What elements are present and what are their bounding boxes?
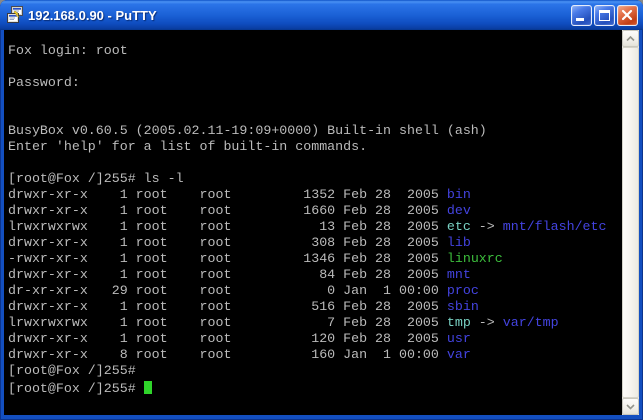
maximize-button[interactable] (594, 5, 615, 26)
terminal-line: BusyBox v0.60.5 (2005.02.11-19:09+0000) … (8, 123, 622, 139)
terminal-line: dr-xr-xr-x 29 root root 0 Jan 1 00:00 pr… (8, 283, 622, 299)
window-title: 192.168.0.90 - PuTTY (28, 7, 571, 23)
terminal-line: [root@Fox /]255# ls -l (8, 171, 622, 187)
terminal-line: drwxr-xr-x 1 root root 84 Feb 28 2005 mn… (8, 267, 622, 283)
terminal-line: drwxr-xr-x 1 root root 1660 Feb 28 2005 … (8, 203, 622, 219)
terminal-line: [root@Fox /]255# (8, 379, 622, 395)
titlebar[interactable]: 192.168.0.90 - PuTTY (0, 0, 643, 30)
putty-icon (6, 6, 24, 24)
terminal-line: drwxr-xr-x 1 root root 308 Feb 28 2005 l… (8, 235, 622, 251)
terminal-line (8, 107, 622, 123)
terminal-line: lrwxrwxrwx 1 root root 7 Feb 28 2005 tmp… (8, 315, 622, 331)
terminal-line: drwxr-xr-x 1 root root 1352 Feb 28 2005 … (8, 187, 622, 203)
scroll-up-button[interactable] (622, 30, 639, 47)
terminal-line: -rwxr-xr-x 1 root root 1346 Feb 28 2005 … (8, 251, 622, 267)
terminal-line (8, 155, 622, 171)
terminal-screen[interactable]: Fox login: root Password: BusyBox v0.60.5 … (4, 30, 639, 415)
putty-window: 192.168.0.90 - PuTTY Fox login: root Pass… (0, 0, 643, 420)
minimize-button[interactable] (571, 5, 592, 26)
terminal-line: Enter 'help' for a list of built-in comm… (8, 139, 622, 155)
chevron-up-icon (626, 36, 635, 42)
terminal-line (8, 59, 622, 75)
terminal-line: drwxr-xr-x 1 root root 516 Feb 28 2005 s… (8, 299, 622, 315)
chevron-down-icon (626, 404, 635, 410)
window-controls (571, 5, 638, 26)
minimize-icon (576, 18, 584, 21)
terminal-line: drwxr-xr-x 8 root root 160 Jan 1 00:00 v… (8, 347, 622, 363)
terminal-line: [root@Fox /]255# (8, 363, 622, 379)
terminal-cursor (144, 381, 152, 394)
terminal-line (8, 91, 622, 107)
scrollbar-thumb[interactable] (622, 47, 639, 398)
close-icon (618, 6, 637, 25)
maximize-icon (599, 10, 610, 21)
terminal-line: Password: (8, 75, 622, 91)
terminal-line: Fox login: root (8, 43, 622, 59)
scrollbar[interactable] (622, 30, 639, 415)
scroll-down-button[interactable] (622, 398, 639, 415)
terminal-line: drwxr-xr-x 1 root root 120 Feb 28 2005 u… (8, 331, 622, 347)
close-button[interactable] (617, 5, 638, 26)
terminal-line: lrwxrwxrwx 1 root root 13 Feb 28 2005 et… (8, 219, 622, 235)
terminal-output: Fox login: root Password: BusyBox v0.60.5 … (4, 30, 622, 415)
scrollbar-track[interactable] (622, 47, 639, 398)
